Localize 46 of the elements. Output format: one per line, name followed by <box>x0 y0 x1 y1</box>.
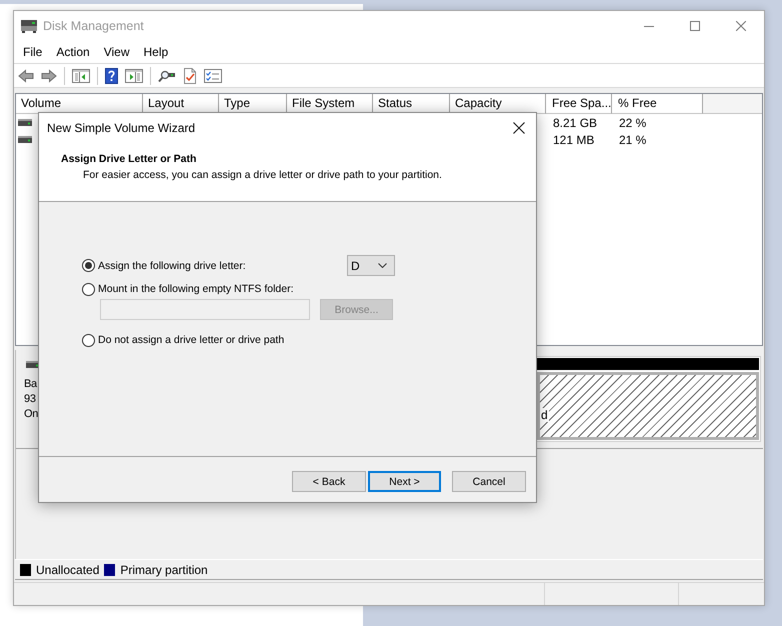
disk-info-text: Ba <box>24 377 37 392</box>
radio-button[interactable] <box>82 259 95 272</box>
window-title: Disk Management <box>43 18 144 32</box>
next-button[interactable]: Next > <box>368 471 441 492</box>
radio-button[interactable] <box>82 282 95 296</box>
menu-item[interactable]: View <box>96 42 136 62</box>
disk-info-text: 93 <box>24 392 36 407</box>
window-pane-icon[interactable] <box>72 68 90 82</box>
checklist-icon[interactable] <box>204 68 222 82</box>
partition-block[interactable]: d <box>535 356 761 442</box>
table-cell-text: 21 % <box>618 132 646 146</box>
magnifier-icon[interactable] <box>158 68 176 82</box>
legend-label: Unallocated <box>36 562 100 576</box>
radio-button[interactable] <box>82 334 95 346</box>
option-label[interactable]: Assign the following drive letter: <box>98 258 246 272</box>
close-icon[interactable] <box>513 122 525 134</box>
table-cell-text: 22 % <box>618 116 646 130</box>
forward-arrow-icon[interactable] <box>41 68 57 82</box>
legend-label: Primary partition <box>120 562 208 576</box>
chevron-down-icon <box>378 263 387 268</box>
column-header[interactable]: Free Spa... <box>546 94 612 114</box>
menu-item[interactable]: Help <box>136 42 176 62</box>
column-header[interactable]: Volume <box>16 94 143 114</box>
table-cell-text: 8.21 GB <box>552 116 598 130</box>
option-label[interactable]: Do not assign a drive letter or drive path <box>98 333 284 347</box>
column-header[interactable]: % Free <box>612 94 703 114</box>
drive-letter-dropdown[interactable]: D <box>347 255 395 276</box>
disk-drive-icon <box>20 18 38 34</box>
back-arrow-icon[interactable] <box>18 68 34 82</box>
drive-icon <box>18 136 32 143</box>
wizard-description: For easier access, you can assign a drive letter or drive path to your partition. <box>83 168 443 182</box>
dialog-title: New Simple Volume Wizard <box>47 120 196 134</box>
menu-item[interactable]: File <box>16 42 50 62</box>
partition-label: d <box>540 408 549 422</box>
drive-icon <box>18 119 32 126</box>
window-pane-icon[interactable] <box>125 68 143 82</box>
maximize-icon[interactable] <box>690 20 700 30</box>
help-icon[interactable] <box>105 68 118 84</box>
disk-info-text: On <box>24 407 38 422</box>
table-cell-text: 121 MB <box>552 132 594 146</box>
document-check-icon[interactable] <box>183 68 197 84</box>
menu-item[interactable]: Action <box>49 42 97 62</box>
cancel-button[interactable]: Cancel <box>452 471 526 492</box>
option-label[interactable]: Mount in the following empty NTFS folder: <box>98 282 294 296</box>
back-button[interactable]: < Back <box>292 471 366 492</box>
wizard-heading: Assign Drive Letter or Path <box>61 152 198 166</box>
